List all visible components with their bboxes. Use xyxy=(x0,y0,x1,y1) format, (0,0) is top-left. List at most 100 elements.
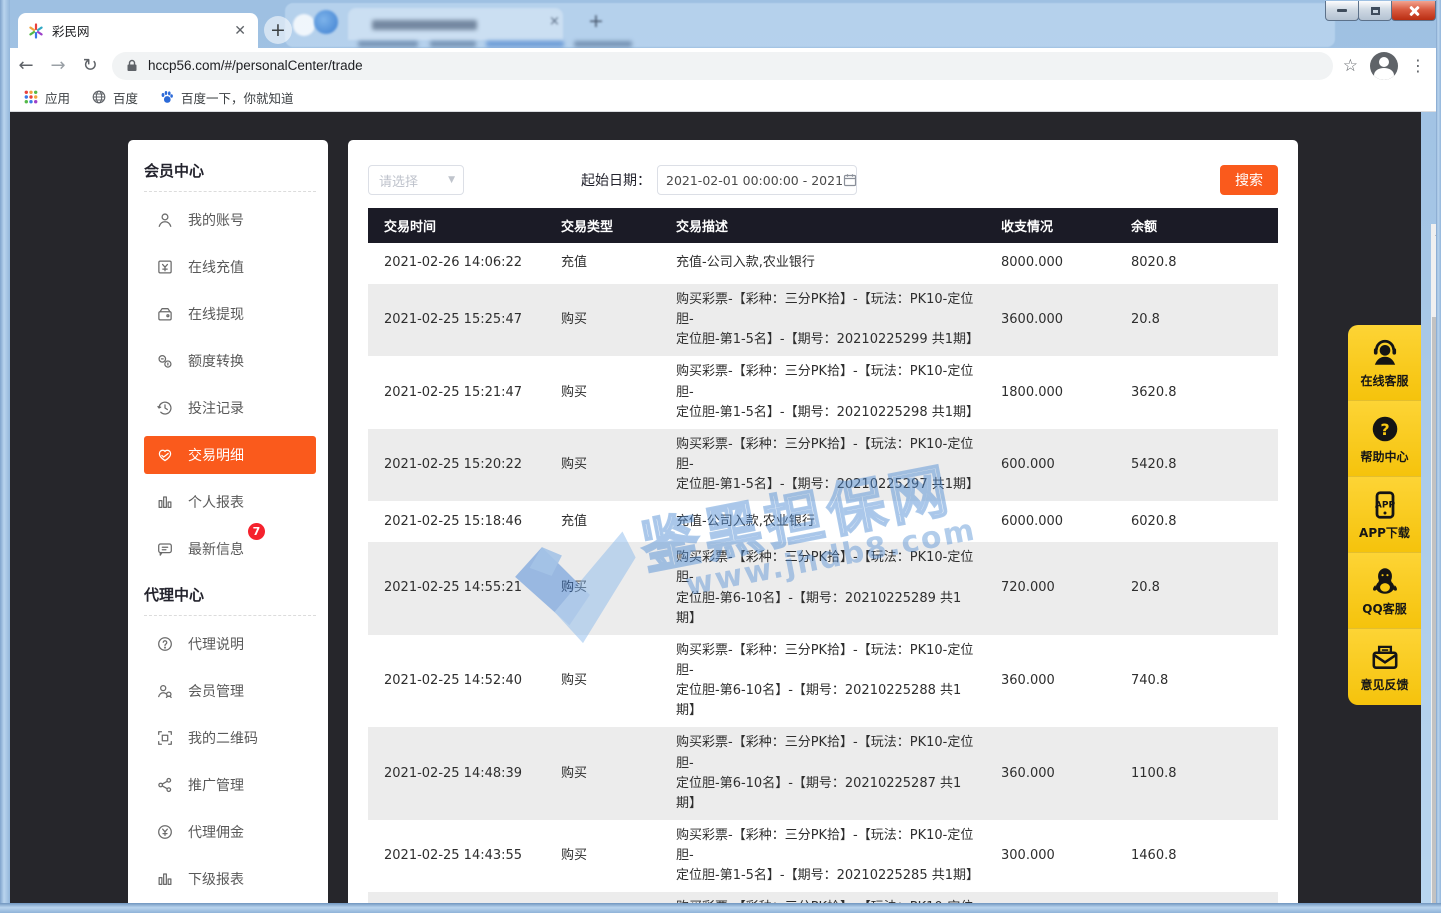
convert-icon xyxy=(156,352,174,370)
back-icon[interactable]: ← xyxy=(10,55,42,76)
cell-balance: 20.8 xyxy=(1115,284,1278,356)
sidebar-item-trade-detail[interactable]: 交易明细 xyxy=(144,436,316,474)
cell-desc: 购买彩票-【彩种：三分PK拾】-【玩法：PK10-定位胆-定位胆-第6-10名】… xyxy=(660,727,985,820)
cell-time: 2021-02-25 15:18:46 xyxy=(368,501,545,542)
cell-balance: 740.8 xyxy=(1115,635,1278,728)
close-button[interactable] xyxy=(1391,1,1436,21)
cell-type: 购买 xyxy=(545,356,660,428)
cell-desc: 购买彩票-【彩种：三分PK拾】-【玩法：PK10-定位胆-定位胆-第1-5名】-… xyxy=(660,429,985,501)
type-select[interactable]: 请选择 ▼ xyxy=(368,165,464,195)
service-icon xyxy=(1369,337,1401,369)
search-button[interactable]: 搜索 xyxy=(1220,165,1278,195)
background-window-newtab: + xyxy=(588,10,604,32)
sidebar-item-sub-report[interactable]: 下级报表 xyxy=(144,860,316,898)
globe-icon xyxy=(92,90,106,104)
unread-badge: 7 xyxy=(248,523,265,540)
share-icon xyxy=(156,776,174,794)
background-bookmark xyxy=(358,41,418,47)
divider xyxy=(144,615,316,616)
page-content: 会员中心我的账号在线充值在线提现额度转换投注记录交易明细个人报表最新信息7代理中… xyxy=(10,112,1421,903)
float-help-button[interactable]: ?帮助中心 xyxy=(1348,401,1421,477)
background-bookmark xyxy=(486,41,564,47)
trade-icon xyxy=(156,446,174,464)
window-border xyxy=(1436,0,1441,913)
url-text: hccp56.com/#/personalCenter/trade xyxy=(148,58,363,73)
maximize-button[interactable] xyxy=(1358,1,1392,21)
sidebar-item-label: 下级报表 xyxy=(188,869,244,889)
float-item-label: QQ客服 xyxy=(1362,600,1406,617)
sidebar-item-label: 个人报表 xyxy=(188,492,244,512)
float-feedback-button[interactable]: 意见反馈 xyxy=(1348,629,1421,705)
floating-service-bar: 在线客服 ?帮助中心APPAPP下载 QQ客服意见反馈 xyxy=(1348,325,1421,705)
browser-tab[interactable]: 彩民网 ✕ xyxy=(18,13,258,48)
table-row: 2021-02-25 15:20:22购买购买彩票-【彩种：三分PK拾】-【玩法… xyxy=(368,429,1278,501)
bookmark-label: 百度 xyxy=(113,88,138,107)
question-icon xyxy=(156,635,174,653)
sidebar-item-latest-news[interactable]: 最新信息7 xyxy=(144,530,316,568)
sidebar-item-online-withdraw[interactable]: 在线提现 xyxy=(144,295,316,333)
float-app-button[interactable]: APPAPP下载 xyxy=(1348,477,1421,553)
sidebar-item-online-recharge[interactable]: 在线充值 xyxy=(144,248,316,286)
sidebar-item-agent-instructions[interactable]: 代理说明 xyxy=(144,625,316,663)
sidebar-item-promotion-management[interactable]: 推广管理 xyxy=(144,766,316,804)
background-window-tab-text xyxy=(372,20,477,30)
sidebar-item-member-management[interactable]: 会员管理 xyxy=(144,672,316,710)
bookmark-apps[interactable]: 应用 xyxy=(24,88,70,107)
sidebar-item-my-qrcode[interactable]: 我的二维码 xyxy=(144,719,316,757)
bookmark-star-icon[interactable]: ☆ xyxy=(1343,56,1358,76)
sidebar-section: 代理中心代理说明会员管理我的二维码推广管理代理佣金下级报表 xyxy=(144,582,316,898)
lock-icon xyxy=(126,59,138,72)
column-header: 余额 xyxy=(1115,208,1278,243)
cell-type: 购买 xyxy=(545,542,660,635)
float-item-label: 在线客服 xyxy=(1360,372,1408,389)
float-qq-button[interactable]: QQ客服 xyxy=(1348,553,1421,629)
profile-avatar[interactable] xyxy=(1370,52,1398,80)
cell-amount: 8000.000 xyxy=(985,243,1115,284)
sidebar-item-label: 我的账号 xyxy=(188,210,244,230)
reload-icon[interactable]: ↻ xyxy=(74,55,106,76)
new-tab-button[interactable]: + xyxy=(264,16,292,44)
sidebar-item-bet-records[interactable]: 投注记录 xyxy=(144,389,316,427)
table-row: 2021-02-25 15:18:46充值充值-公司入款,农业银行6000.00… xyxy=(368,501,1278,542)
sidebar-item-personal-report[interactable]: 个人报表 xyxy=(144,483,316,521)
window-controls xyxy=(1326,1,1436,21)
date-range-input[interactable]: 2021-02-01 00:00:00 - 2021 xyxy=(657,165,857,195)
cell-amount: 6000.000 xyxy=(985,501,1115,542)
cell-balance: 20.8 xyxy=(1115,542,1278,635)
sidebar-item-label: 我的二维码 xyxy=(188,728,258,748)
sidebar-item-agent-commission[interactable]: 代理佣金 xyxy=(144,813,316,851)
sidebar-item-label: 交易明细 xyxy=(188,445,244,465)
apps-grid-icon xyxy=(24,90,38,104)
sidebar-item-label: 代理说明 xyxy=(188,634,244,654)
svg-text:?: ? xyxy=(1380,419,1389,438)
sidebar-item-quota-convert[interactable]: 额度转换 xyxy=(144,342,316,380)
address-bar[interactable]: hccp56.com/#/personalCenter/trade xyxy=(112,52,1333,80)
float-service-button[interactable]: 在线客服 xyxy=(1348,325,1421,401)
tab-close-icon[interactable]: ✕ xyxy=(232,23,248,39)
table-row: 2021-02-25 15:21:47购买购买彩票-【彩种：三分PK拾】-【玩法… xyxy=(368,356,1278,428)
cell-type: 充值 xyxy=(545,501,660,542)
cell-time: 2021-02-25 14:43:55 xyxy=(368,820,545,892)
table-body: 2021-02-26 14:06:22充值充值-公司入款,农业银行8000.00… xyxy=(368,243,1278,913)
cell-desc: 购买彩票-【彩种：三分PK拾】-【玩法：PK10-定位胆-定位胆-第1-5名】-… xyxy=(660,356,985,428)
sidebar-item-my-account[interactable]: 我的账号 xyxy=(144,201,316,239)
cell-type: 购买 xyxy=(545,429,660,501)
svg-text:APP: APP xyxy=(1374,500,1395,510)
table-header-row: 交易时间交易类型交易描述收支情况余额 xyxy=(368,208,1278,243)
bookmark-baidu[interactable]: 百度 xyxy=(92,88,138,107)
cell-type: 购买 xyxy=(545,284,660,356)
table-row: 2021-02-25 14:43:55购买购买彩票-【彩种：三分PK拾】-【玩法… xyxy=(368,820,1278,892)
forward-icon[interactable]: → xyxy=(42,55,74,76)
cell-amount: 300.000 xyxy=(985,820,1115,892)
cell-time: 2021-02-25 14:52:40 xyxy=(368,635,545,728)
bookmark-label: 应用 xyxy=(45,88,70,107)
bookmark-baidu-search[interactable]: 百度一下，你就知道 xyxy=(160,88,294,107)
cell-desc: 购买彩票-【彩种：三分PK拾】-【玩法：PK10-定位胆-定位胆-第6-10名】… xyxy=(660,635,985,728)
tab-title: 彩民网 xyxy=(52,21,232,40)
date-value: 2021-02-01 00:00:00 - 2021 xyxy=(666,173,843,188)
cell-amount: 360.000 xyxy=(985,727,1115,820)
message-icon xyxy=(156,540,174,558)
minimize-button[interactable] xyxy=(1325,1,1359,21)
menu-dots-icon[interactable]: ⋮ xyxy=(1410,56,1426,75)
cell-desc: 购买彩票-【彩种：三分PK拾】-【玩法：PK10-定位胆-定位胆-第1-5名】-… xyxy=(660,820,985,892)
